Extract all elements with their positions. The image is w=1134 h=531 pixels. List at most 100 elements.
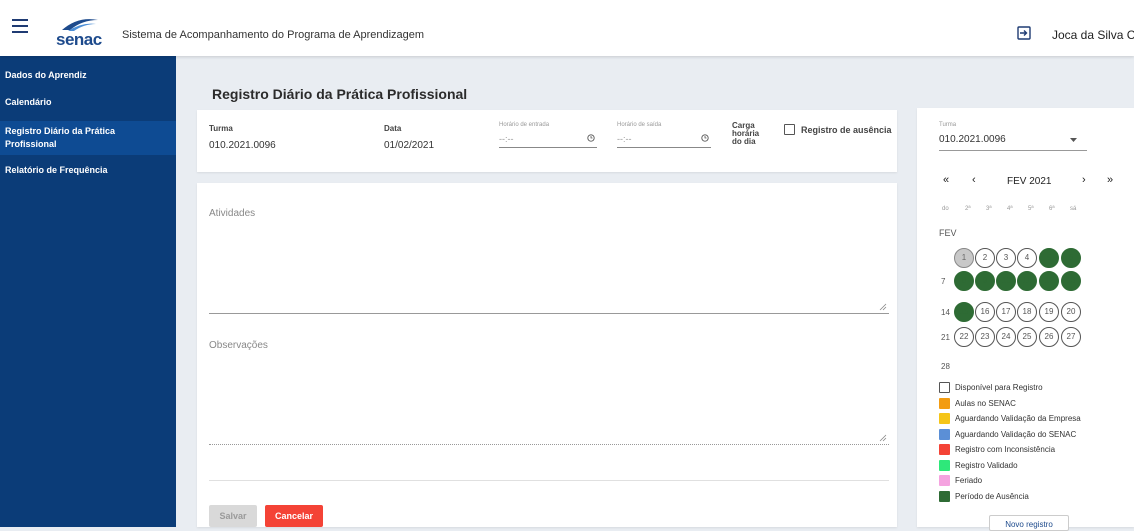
- sidebar-item-calendario[interactable]: Calendário: [0, 96, 176, 109]
- app-title: Sistema de Acompanhamento do Programa de…: [122, 29, 425, 41]
- week-number: 28: [941, 362, 950, 371]
- week-number: 14: [941, 308, 950, 317]
- calendar-day[interactable]: 13: [1061, 271, 1081, 291]
- calendar-day[interactable]: 18: [1017, 302, 1037, 322]
- registro-header-card: Turma 010.2021.0096 Data 01/02/2021 Horá…: [197, 110, 897, 172]
- turma-select-underline: [939, 150, 1087, 151]
- legend-swatch: [939, 459, 950, 471]
- saida-placeholder: --:--: [617, 134, 632, 144]
- calendar-day[interactable]: 12: [1039, 271, 1059, 291]
- entrada-time-input[interactable]: --:--: [499, 130, 597, 148]
- calendar-day[interactable]: 17: [996, 302, 1016, 322]
- menu-icon[interactable]: [12, 19, 28, 33]
- cancel-button[interactable]: Cancelar: [265, 505, 323, 527]
- legend-swatch: [939, 428, 950, 440]
- calendar-day[interactable]: 2: [975, 248, 995, 268]
- calendar-day[interactable]: 6: [1061, 248, 1081, 268]
- month-short-label: FEV: [939, 228, 957, 238]
- calendar-day[interactable]: 15: [954, 302, 974, 322]
- prev-year-icon[interactable]: «: [943, 174, 949, 186]
- divider: [209, 480, 889, 481]
- data-label: Data: [384, 124, 402, 133]
- week-number: 7: [941, 277, 946, 286]
- user-name[interactable]: Joca da Silva Cost: [1052, 28, 1134, 42]
- turma-value: 010.2021.0096: [209, 140, 276, 151]
- legend-swatch: [939, 382, 950, 393]
- registro-body-card: Atividades Observações Salvar Cancelar: [197, 183, 897, 527]
- carga-label: Carga horária do dia: [732, 121, 760, 146]
- weekday-label: 6ª: [1049, 206, 1055, 212]
- calendar-day[interactable]: 23: [975, 327, 995, 347]
- calendar-day[interactable]: 25: [1017, 327, 1037, 347]
- clock-icon: [587, 134, 595, 142]
- calendar-day[interactable]: 1: [954, 248, 974, 268]
- legend-label: Registro Validado: [955, 460, 1018, 470]
- next-year-icon[interactable]: »: [1107, 174, 1113, 186]
- calendar-day[interactable]: 27: [1061, 327, 1081, 347]
- sidebar: Dados do Aprendiz Calendário Registro Di…: [0, 56, 176, 527]
- calendar-turma-label: Turma: [939, 122, 957, 128]
- calendar-day[interactable]: 19: [1039, 302, 1059, 322]
- calendar-day[interactable]: 9: [975, 271, 995, 291]
- clock-icon: [701, 134, 709, 142]
- saida-time-input[interactable]: --:--: [617, 130, 711, 148]
- week-number: 21: [941, 333, 950, 342]
- calendar-day[interactable]: 24: [996, 327, 1016, 347]
- calendar-day[interactable]: 11: [1017, 271, 1037, 291]
- legend-label: Aulas no SENAC: [955, 398, 1016, 408]
- month-label: FEV 2021: [1007, 176, 1052, 187]
- legend-label: Feriado: [955, 476, 983, 485]
- senac-logo: senac: [56, 14, 104, 49]
- calendar-turma-select[interactable]: 010.2021.0096: [939, 134, 1006, 145]
- weekday-label: 5ª: [1028, 206, 1034, 212]
- top-bar: senac Sistema de Acompanhamento do Progr…: [0, 0, 1134, 56]
- calendar-day[interactable]: 26: [1039, 327, 1059, 347]
- calendar-day[interactable]: 4: [1017, 248, 1037, 268]
- calendar-day[interactable]: 8: [954, 271, 974, 291]
- dropdown-arrow-icon[interactable]: [1070, 138, 1077, 143]
- entrada-placeholder: --:--: [499, 134, 514, 144]
- legend-label: Período de Ausência: [955, 491, 1029, 501]
- sidebar-item-relatorio[interactable]: Relatório de Frequência: [0, 164, 176, 177]
- page-title: Registro Diário da Prática Profissional: [212, 86, 468, 102]
- legend-swatch: [939, 413, 950, 424]
- sidebar-item-registro[interactable]: Registro Diário da Prática Profissional: [0, 121, 176, 155]
- calendar-day[interactable]: 22: [954, 327, 974, 347]
- legend-label: Disponível para Registro: [955, 383, 1043, 392]
- legend-label: Aguardando Validação do SENAC: [955, 429, 1077, 439]
- legend-label: Registro com Inconsistência: [955, 445, 1056, 454]
- legend-swatch: [939, 475, 950, 486]
- next-month-icon[interactable]: ›: [1082, 174, 1086, 186]
- calendar-day[interactable]: 10: [996, 271, 1016, 291]
- calendar-day[interactable]: 16: [975, 302, 995, 322]
- resize-handle-icon[interactable]: [879, 434, 887, 442]
- calendar-day[interactable]: 3: [996, 248, 1016, 268]
- legend-swatch: [939, 490, 950, 502]
- data-value: 01/02/2021: [384, 140, 435, 151]
- new-registro-button[interactable]: Novo registro: [989, 515, 1069, 531]
- legend-label: Aguardando Validação da Empresa: [955, 414, 1081, 423]
- weekday-label: 2ª: [965, 206, 971, 212]
- atividades-label: Atividades: [209, 208, 256, 219]
- weekday-label: sá: [1070, 206, 1077, 212]
- calendar-day[interactable]: 5: [1039, 248, 1059, 268]
- save-button[interactable]: Salvar: [209, 505, 257, 527]
- weekday-label: 3ª: [986, 206, 992, 212]
- resize-handle-icon[interactable]: [879, 303, 887, 311]
- sidebar-item-dados[interactable]: Dados do Aprendiz: [0, 69, 176, 82]
- logo-word: senac: [56, 30, 102, 49]
- weekday-label: do: [942, 206, 949, 212]
- turma-label: Turma: [209, 124, 233, 133]
- weekday-label: 4ª: [1007, 206, 1013, 212]
- observacoes-label: Observações: [209, 340, 268, 351]
- observacoes-textarea[interactable]: [209, 444, 889, 445]
- legend-swatch: [939, 444, 950, 455]
- calendar-day[interactable]: 20: [1061, 302, 1081, 322]
- logout-icon[interactable]: [1017, 26, 1031, 40]
- ausencia-label: Registro de ausência: [801, 125, 892, 135]
- prev-month-icon[interactable]: ‹: [972, 174, 976, 186]
- calendar-panel: Turma 010.2021.0096 « ‹ FEV 2021 › » do 2…: [917, 108, 1134, 531]
- saida-label: Horário de saída: [617, 122, 662, 128]
- atividades-textarea[interactable]: [209, 313, 889, 314]
- ausencia-checkbox[interactable]: [784, 124, 795, 135]
